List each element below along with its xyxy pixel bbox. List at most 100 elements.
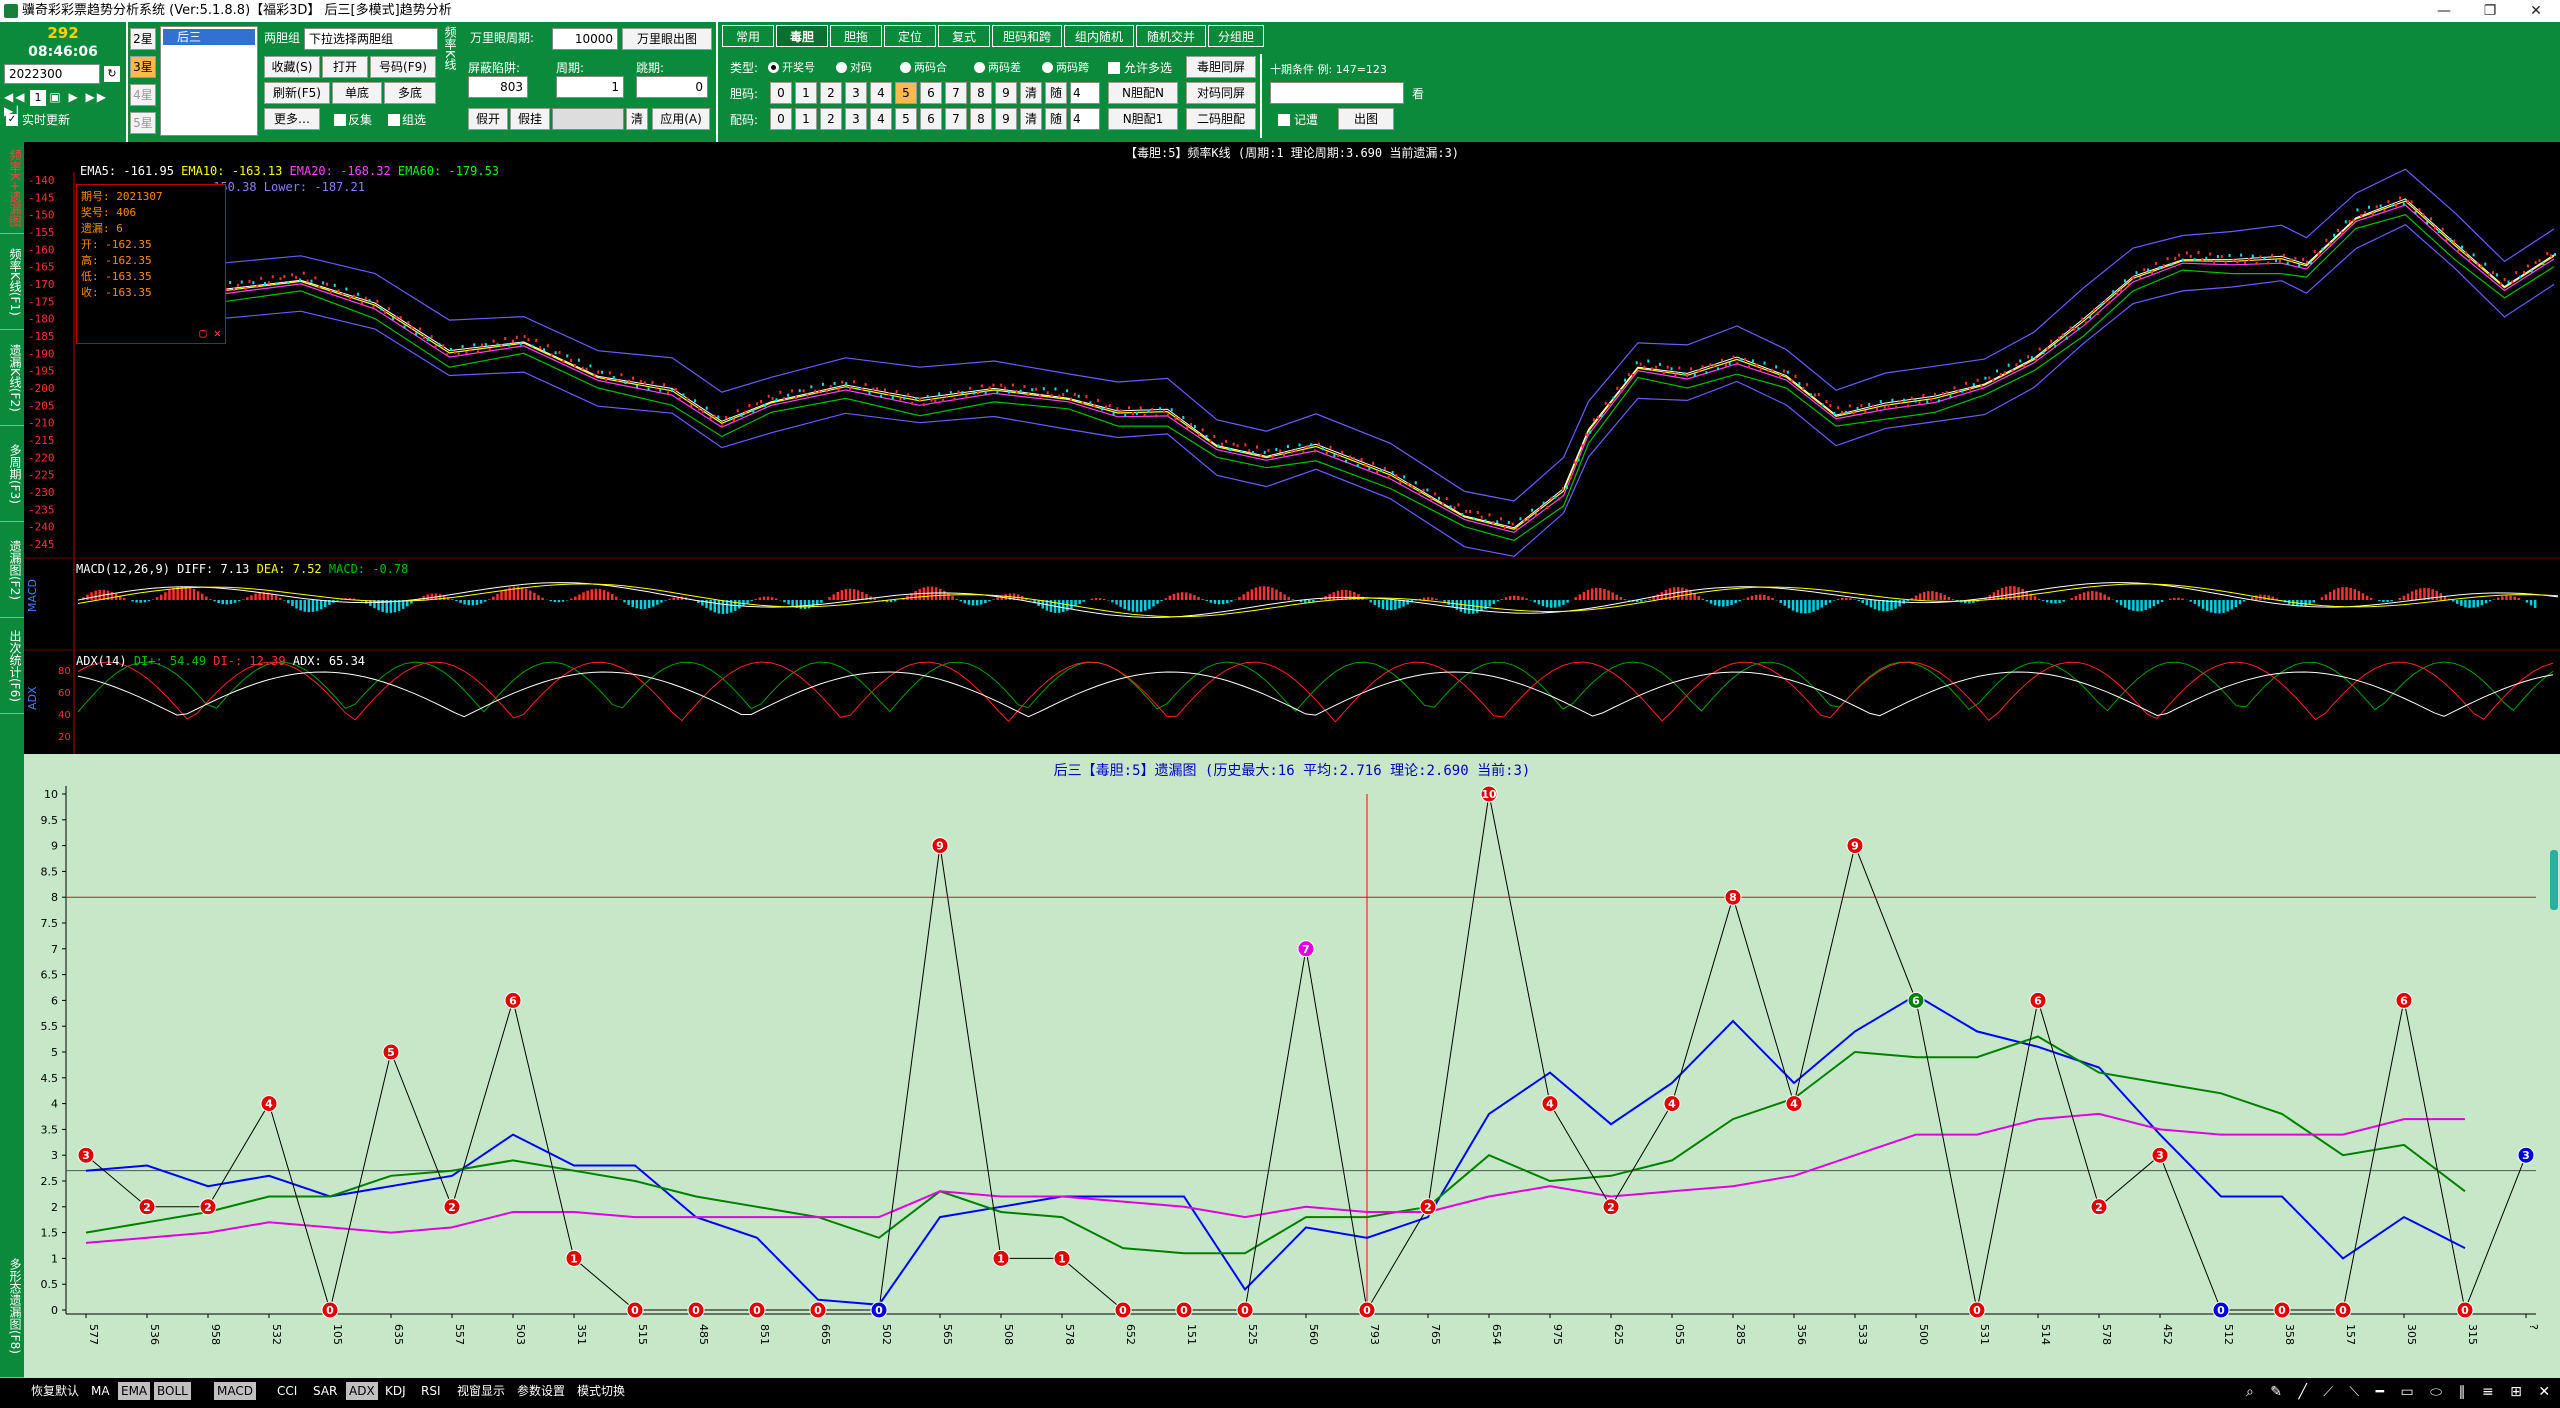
- pei-num-7[interactable]: 7: [945, 108, 967, 130]
- list-item[interactable]: 后三: [163, 29, 255, 45]
- left-tab-1[interactable]: 频率K线(F1): [0, 234, 24, 330]
- hao-num-1[interactable]: 1: [795, 82, 817, 104]
- status-item-11[interactable]: 参数设置: [514, 1382, 568, 1400]
- hao-num-5[interactable]: 5: [895, 82, 917, 104]
- cond-input[interactable]: [1270, 82, 1404, 104]
- type-radio-1[interactable]: [836, 62, 847, 73]
- chart-button[interactable]: 出图: [1338, 108, 1394, 130]
- pei-num-1[interactable]: 1: [795, 108, 817, 130]
- left-tab-0[interactable]: 频率K+遗漏图: [0, 142, 24, 234]
- apply-button[interactable]: 应用(A): [652, 108, 710, 130]
- chart-scrollbar[interactable]: [2550, 850, 2558, 910]
- status-item-8[interactable]: KDJ: [382, 1382, 409, 1400]
- tab-7[interactable]: 随机交并: [1136, 25, 1206, 47]
- pei-count-spinner[interactable]: 4: [1070, 108, 1100, 130]
- position-list[interactable]: 后三: [160, 26, 258, 136]
- fake-input[interactable]: [552, 108, 624, 130]
- period-input[interactable]: 10000: [552, 28, 618, 50]
- hao-num-2[interactable]: 2: [820, 82, 842, 104]
- dudan-button[interactable]: 毒胆同屏: [1186, 56, 1256, 78]
- hao-num-6[interactable]: 6: [920, 82, 942, 104]
- status-item-7[interactable]: ADX: [346, 1382, 378, 1400]
- type-radio-4[interactable]: [1042, 62, 1053, 73]
- reverse-checkbox[interactable]: [334, 114, 346, 126]
- nduan-n-button[interactable]: N胆配N: [1108, 82, 1178, 104]
- period-select[interactable]: 2022300: [4, 64, 100, 84]
- tab-8[interactable]: 分组胆: [1208, 25, 1264, 47]
- info-close-icon[interactable]: ▢ ✕: [199, 325, 221, 341]
- star4-button[interactable]: 4星: [130, 84, 156, 106]
- tab-4[interactable]: 复式: [938, 25, 990, 47]
- status-item-2[interactable]: EMA: [118, 1382, 151, 1400]
- left-tab-6[interactable]: 多形态遗漏图(F8): [0, 1234, 24, 1378]
- close-button[interactable]: ✕: [2513, 0, 2559, 22]
- pei-num-8[interactable]: 8: [970, 108, 992, 130]
- pei-num-0[interactable]: 0: [770, 108, 792, 130]
- wanli-button[interactable]: 万里眼出图: [622, 28, 712, 50]
- status-item-4[interactable]: MACD: [214, 1382, 256, 1400]
- more-button[interactable]: 更多…: [264, 108, 320, 130]
- auto-refresh-checkbox[interactable]: ✓: [6, 114, 18, 126]
- pei-num-6[interactable]: 6: [920, 108, 942, 130]
- pei-num-2[interactable]: 2: [820, 108, 842, 130]
- favorite-button[interactable]: 收藏(S): [264, 56, 320, 78]
- pei-clear-button[interactable]: 清: [1020, 108, 1042, 130]
- hao-num-8[interactable]: 8: [970, 82, 992, 104]
- status-item-10[interactable]: 视窗显示: [454, 1382, 508, 1400]
- status-item-1[interactable]: MA: [88, 1382, 113, 1400]
- left-tab-2[interactable]: 遗漏K线(F2): [0, 330, 24, 426]
- tab-2[interactable]: 胆拖: [830, 25, 882, 47]
- refresh-icon[interactable]: ↻: [104, 66, 120, 82]
- status-item-0[interactable]: 恢复默认: [28, 1382, 82, 1400]
- status-item-9[interactable]: RSI: [418, 1382, 444, 1400]
- nav-page-box[interactable]: 1: [30, 90, 46, 106]
- pei-num-4[interactable]: 4: [870, 108, 892, 130]
- minimize-button[interactable]: —: [2421, 0, 2467, 22]
- erma-button[interactable]: 二码胆配: [1186, 108, 1256, 130]
- nav-controls[interactable]: ◀◀ ◀ ▣ ▶ ▶▶ ▶|: [4, 90, 122, 118]
- hao-num-9[interactable]: 9: [995, 82, 1017, 104]
- drawing-tools[interactable]: ⌕ ✎ ╱ ⟋ ⟍ ━ ▭ ⬭ ∥ ≡ ⊞ ✕: [2246, 1384, 2556, 1400]
- tab-5[interactable]: 胆码和跨: [992, 25, 1062, 47]
- hao-count-spinner[interactable]: 4: [1070, 82, 1100, 104]
- pei-num-9[interactable]: 9: [995, 108, 1017, 130]
- remember-checkbox[interactable]: [1278, 114, 1290, 126]
- nduan-1-button[interactable]: N胆配1: [1108, 108, 1178, 130]
- status-item-5[interactable]: CCI: [274, 1382, 300, 1400]
- multi-checkbox[interactable]: [388, 114, 400, 126]
- left-tab-3[interactable]: 多周期(F3): [0, 426, 24, 522]
- maximize-button[interactable]: ❐: [2467, 0, 2513, 22]
- clear-button[interactable]: 清: [626, 108, 648, 130]
- star2-button[interactable]: 2星: [130, 28, 156, 50]
- tab-3[interactable]: 定位: [884, 25, 936, 47]
- group-select[interactable]: 下拉选择两胆组: [304, 28, 438, 50]
- type-radio-3[interactable]: [974, 62, 985, 73]
- star5-button[interactable]: 5星: [130, 112, 156, 134]
- jump-input[interactable]: 0: [636, 76, 708, 98]
- fake-hang-button[interactable]: 假挂: [510, 108, 550, 130]
- left-tab-4[interactable]: 遗漏图(F2): [0, 522, 24, 618]
- allow-multi-checkbox[interactable]: [1108, 62, 1120, 74]
- fake-open-button[interactable]: 假开: [468, 108, 508, 130]
- pei-num-5[interactable]: 5: [895, 108, 917, 130]
- trap-input[interactable]: 803: [468, 76, 528, 98]
- duima-button[interactable]: 对码同屏: [1186, 82, 1256, 104]
- tab-1[interactable]: 毒胆: [776, 25, 828, 47]
- status-item-12[interactable]: 模式切换: [574, 1382, 628, 1400]
- kline-canvas[interactable]: -140 -145 -150 -155 -160 -165 -170 -175 -180 -185…: [24, 142, 2560, 754]
- hao-num-0[interactable]: 0: [770, 82, 792, 104]
- type-radio-0[interactable]: [768, 62, 779, 73]
- left-tab-5[interactable]: 出次统计(F6): [0, 618, 24, 714]
- status-item-6[interactable]: SAR: [310, 1382, 340, 1400]
- tab-0[interactable]: 常用: [722, 25, 774, 47]
- omission-chart[interactable]: 0 0.5 1 1.5 2 2.5 3 3.5 4 4.5 5 5.5 6 6.5 7 7.5 8 8.5 9 9.5…: [24, 754, 2560, 1378]
- hao-random-button[interactable]: 随: [1045, 82, 1067, 104]
- hao-num-3[interactable]: 3: [845, 82, 867, 104]
- single-bottom-button[interactable]: 单底: [332, 82, 382, 104]
- star3-button[interactable]: 3星: [130, 56, 156, 78]
- multi-bottom-button[interactable]: 多底: [384, 82, 436, 104]
- status-item-3[interactable]: BOLL: [154, 1382, 191, 1400]
- number-button[interactable]: 号码(F9): [370, 56, 436, 78]
- hao-clear-button[interactable]: 清: [1020, 82, 1042, 104]
- tab-6[interactable]: 组内随机: [1064, 25, 1134, 47]
